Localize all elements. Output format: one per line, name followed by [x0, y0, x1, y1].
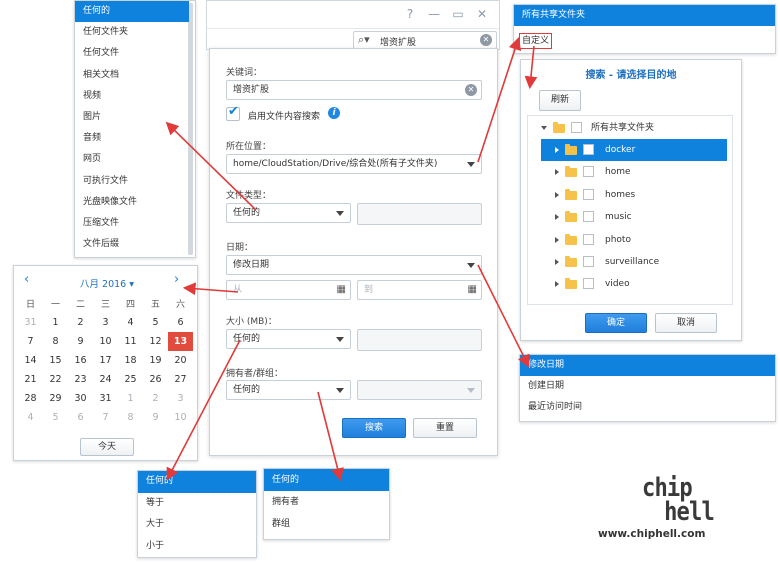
- arrow-owner: [317, 391, 344, 482]
- arrow-custom: [524, 45, 538, 90]
- arrow-location: [477, 36, 522, 163]
- chiphell-logo: chip hell: [642, 475, 715, 527]
- watermark-site: www.chiphell.com: [598, 528, 706, 540]
- arrow-calendar: [182, 282, 239, 296]
- arrow-filetype: [165, 121, 257, 211]
- arrow-size: [166, 339, 241, 481]
- arrow-date: [477, 264, 530, 368]
- logo-bottom-text: hell: [664, 497, 715, 527]
